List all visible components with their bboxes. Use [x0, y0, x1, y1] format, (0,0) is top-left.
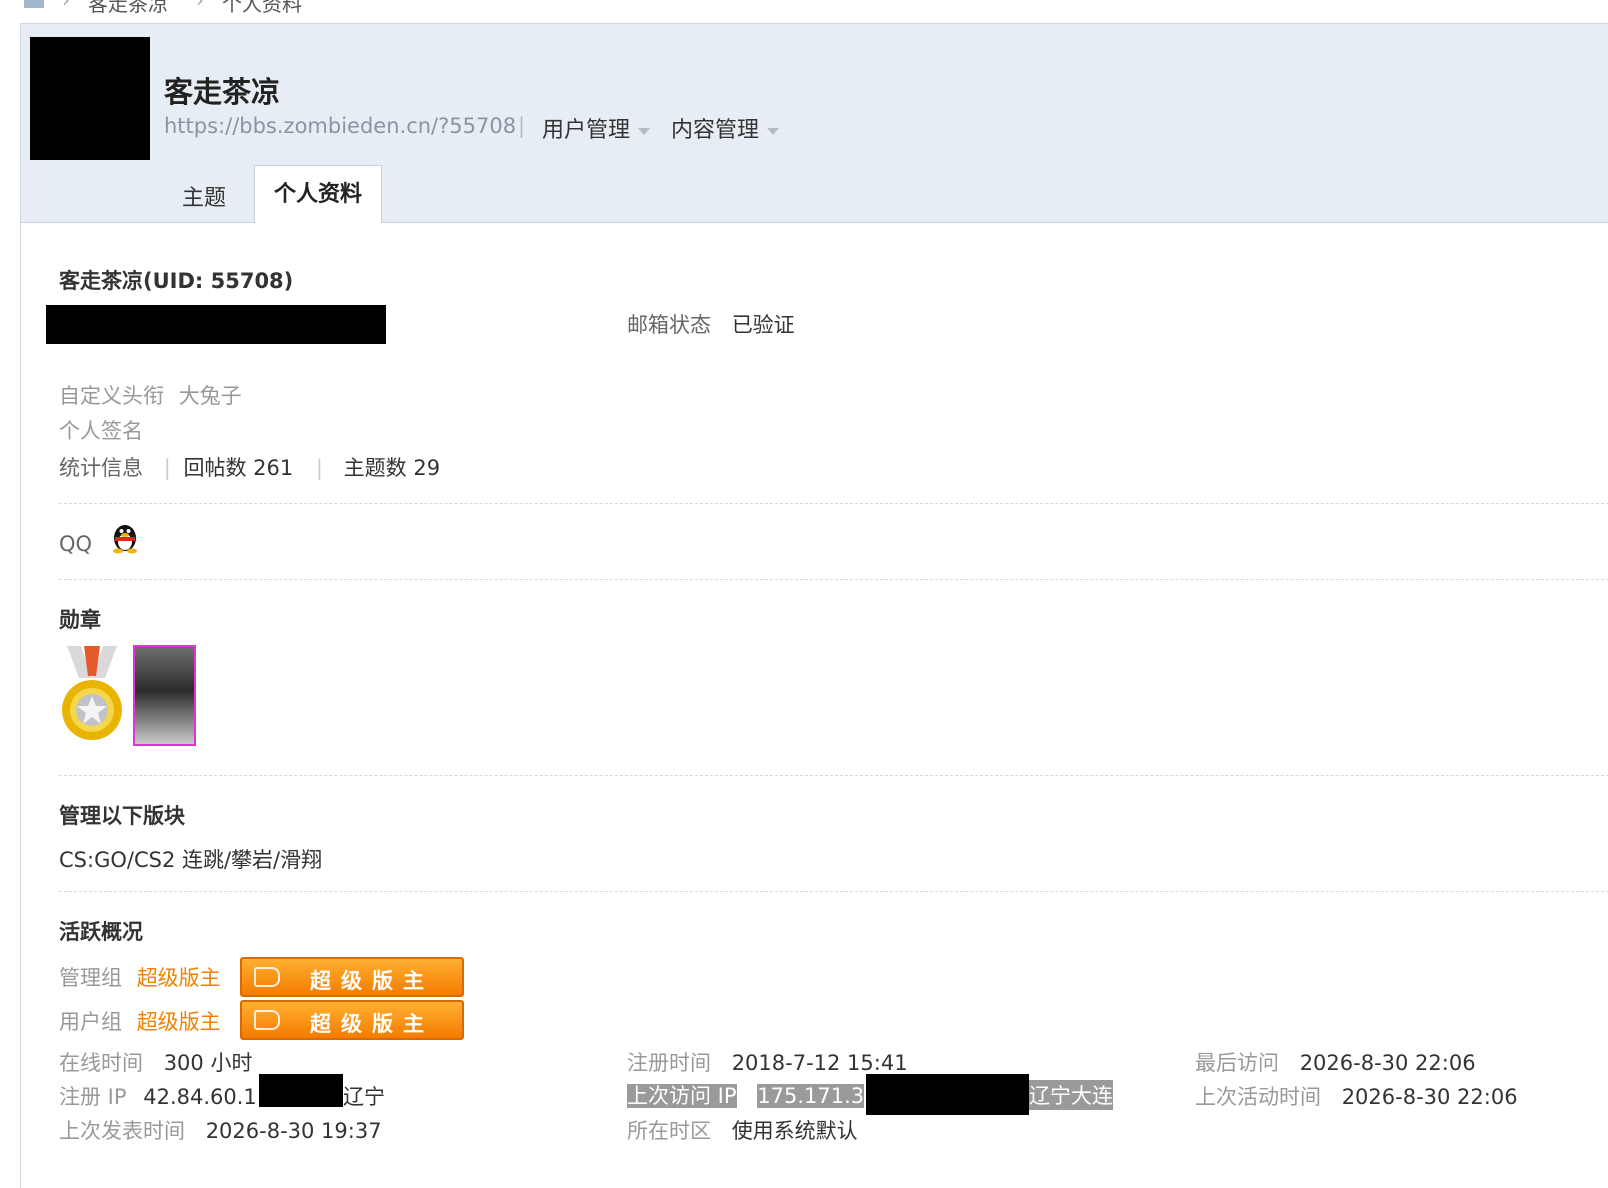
profile-card: 客走茶凉 https://bbs.zombieden.cn/?55708 | 用…	[20, 23, 1608, 1188]
last-active-label: 上次活动时间	[1195, 1085, 1321, 1109]
redacted-block	[866, 1074, 1029, 1115]
email-status-value: 已验证	[731, 313, 795, 337]
last-active-time: 上次活动时间 2026-8-30 22:06	[1195, 1081, 1518, 1111]
last-visit: 最后访问 2026-8-30 22:06	[1195, 1047, 1476, 1077]
last-visit-ip-location: 辽宁大连	[1029, 1080, 1113, 1110]
redacted-block	[259, 1074, 343, 1107]
register-time-label: 注册时间	[627, 1051, 711, 1075]
last-post-time: 上次发表时间 2026-8-30 19:37	[59, 1115, 382, 1145]
moderated-board-link[interactable]: CS:GO/CS2 连跳/攀岩/滑翔	[59, 844, 322, 874]
last-visit-ip: 上次访问 IP 175.171.3	[627, 1080, 865, 1110]
email-status-label: 邮箱状态	[627, 313, 711, 337]
breadcrumb-user-link[interactable]: 客走茶凉	[88, 0, 168, 17]
stats-row: 统计信息 | 回帖数 261 | 主题数 29	[59, 452, 440, 482]
divider	[59, 579, 1608, 580]
admin-group-badge: 超级版主	[240, 957, 464, 997]
last-visit-label: 最后访问	[1195, 1051, 1279, 1075]
hand-icon	[254, 1010, 280, 1030]
qq-label: QQ	[59, 532, 93, 556]
register-ip-value: 42.84.60.1	[143, 1085, 257, 1109]
header-separator: |	[518, 114, 526, 138]
medal-portrait-icon[interactable]	[133, 645, 196, 746]
register-ip: 注册 IP 42.84.60.1	[59, 1081, 257, 1111]
online-time: 在线时间 300 小时	[59, 1047, 252, 1077]
custom-title-value: 大兔子	[178, 384, 242, 408]
tab-topics[interactable]: 主题	[182, 180, 226, 212]
timezone-label: 所在时区	[627, 1119, 711, 1143]
badge-text: 超级版主	[310, 969, 434, 993]
user-management-menu[interactable]: 用户管理	[542, 112, 651, 144]
badge-text: 超级版主	[310, 1012, 434, 1036]
profile-title-line: 客走茶凉(UID: 55708)	[59, 269, 294, 293]
last-visit-ip-value: 175.171.3	[757, 1084, 865, 1108]
moderates-heading: 管理以下版块	[59, 804, 185, 828]
user-management-label: 用户管理	[542, 118, 631, 143]
qq-penguin-icon[interactable]	[109, 520, 141, 554]
online-time-label: 在线时间	[59, 1051, 143, 1075]
medal-icon[interactable]	[59, 644, 125, 746]
admin-group-value[interactable]: 超级版主	[137, 966, 221, 990]
breadcrumb-separator: ›	[196, 0, 204, 12]
stats-separator: |	[315, 456, 323, 480]
timezone-value: 使用系统默认	[731, 1119, 858, 1143]
divider	[59, 891, 1608, 892]
profile-url[interactable]: https://bbs.zombieden.cn/?55708	[164, 114, 516, 138]
home-icon[interactable]	[24, 0, 44, 8]
user-group-label: 用户组	[59, 1010, 122, 1034]
topics-count[interactable]: 主题数 29	[344, 456, 440, 480]
caret-down-icon	[767, 127, 780, 135]
stats-separator: |	[163, 456, 171, 480]
register-time-value: 2018-7-12 15:41	[731, 1051, 908, 1075]
content-management-label: 内容管理	[671, 118, 760, 143]
hand-icon	[254, 967, 280, 987]
register-ip-location: 辽宁	[343, 1085, 385, 1109]
breadcrumb-current: 个人资料	[222, 0, 302, 16]
divider	[59, 775, 1608, 776]
activity-heading: 活跃概况	[59, 920, 143, 944]
last-visit-ip-label: 上次访问 IP	[627, 1084, 737, 1108]
last-active-value: 2026-8-30 22:06	[1341, 1085, 1518, 1109]
redacted-block	[46, 305, 386, 344]
email-status: 邮箱状态 已验证	[627, 309, 795, 339]
divider	[59, 503, 1608, 504]
caret-down-icon	[638, 127, 651, 135]
custom-title-label: 自定义头衔	[59, 384, 164, 408]
register-time: 注册时间 2018-7-12 15:41	[627, 1047, 908, 1077]
online-time-value: 300 小时	[163, 1051, 253, 1075]
user-group-badge: 超级版主	[240, 1000, 464, 1040]
register-ip-label: 注册 IP	[59, 1085, 127, 1109]
user-group: 用户组 超级版主	[59, 1006, 221, 1036]
breadcrumb-separator: ›	[62, 0, 70, 12]
custom-title: 自定义头衔 大兔子	[59, 380, 242, 410]
profile-header: 客走茶凉 https://bbs.zombieden.cn/?55708 | 用…	[21, 24, 1608, 223]
last-post-label: 上次发表时间	[59, 1119, 185, 1143]
last-post-value: 2026-8-30 19:37	[205, 1119, 382, 1143]
user-group-value[interactable]: 超级版主	[137, 1010, 221, 1034]
avatar[interactable]	[30, 37, 150, 160]
replies-count[interactable]: 回帖数 261	[183, 456, 293, 480]
profile-username: 客走茶凉	[164, 75, 281, 109]
admin-group-label: 管理组	[59, 966, 122, 990]
stats-label: 统计信息	[59, 456, 143, 480]
content-management-menu[interactable]: 内容管理	[671, 112, 780, 144]
admin-group: 管理组 超级版主	[59, 962, 221, 992]
timezone: 所在时区 使用系统默认	[627, 1115, 858, 1145]
medals-heading: 勋章	[59, 608, 101, 632]
signature-label: 个人签名	[59, 419, 143, 443]
tab-profile[interactable]: 个人资料	[254, 165, 382, 223]
last-visit-value: 2026-8-30 22:06	[1299, 1051, 1476, 1075]
